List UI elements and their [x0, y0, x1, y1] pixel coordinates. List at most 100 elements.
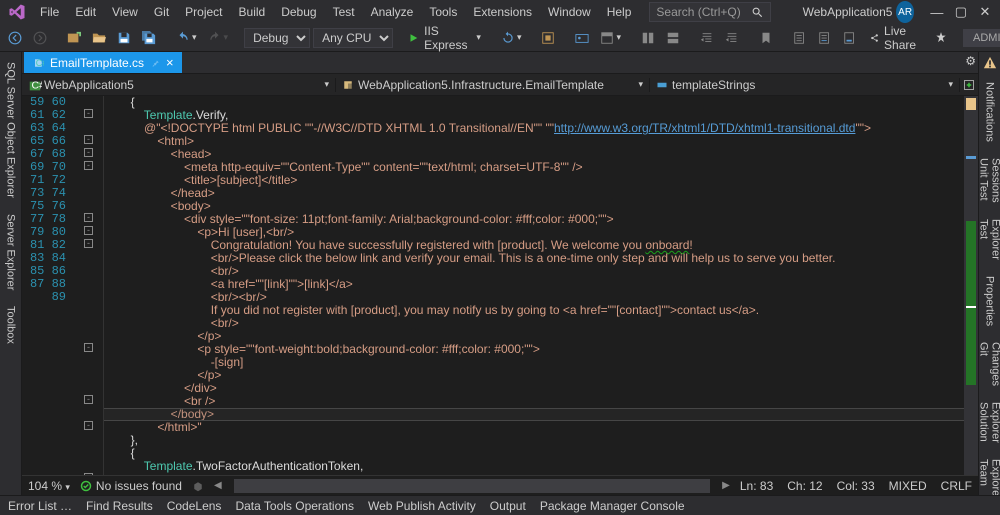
csharp-project-icon: C# [28, 79, 40, 91]
tb-indent-out[interactable] [696, 28, 718, 48]
indent-mode[interactable]: MIXED [889, 479, 927, 493]
status-package-manager-console[interactable]: Package Manager Console [540, 499, 685, 513]
search-icon [751, 6, 764, 19]
menu-help[interactable]: Help [599, 2, 640, 22]
tb-4[interactable] [637, 28, 659, 48]
admin-badge: ADMIN [963, 29, 1000, 47]
code-editor[interactable]: 59 60 61 62 63 64 65 66 67 68 69 70 71 7… [22, 96, 978, 475]
svg-text:C#: C# [32, 79, 43, 91]
new-project-button[interactable] [63, 28, 85, 48]
field-icon [656, 79, 668, 91]
left-tab-server-explorer[interactable]: Server Explorer [3, 206, 19, 298]
build-indicator-icon[interactable] [192, 480, 204, 492]
right-tab-properties[interactable]: Properties [982, 268, 998, 334]
live-share-button[interactable]: Live Share [864, 22, 927, 54]
horizontal-scrollbar[interactable] [234, 479, 711, 493]
status-web-publish-activity[interactable]: Web Publish Activity [368, 499, 476, 513]
tb-x2[interactable] [814, 28, 836, 48]
scroll-caret-marker [966, 306, 976, 308]
run-button[interactable]: IIS Express ▾ [405, 21, 485, 55]
right-tab-git-changes[interactable]: Git Changes [976, 334, 1000, 394]
status-output[interactable]: Output [490, 499, 526, 513]
tb-3[interactable]: ▾ [596, 28, 625, 48]
solution-title: WebApplication5 [803, 5, 893, 19]
right-tab-unit-test-sessions[interactable]: Unit Test Sessions [976, 150, 1000, 211]
menu-debug[interactable]: Debug [273, 2, 324, 22]
caret-col[interactable]: Col: 33 [837, 479, 875, 493]
tb-x1[interactable] [789, 28, 811, 48]
maximize-button[interactable]: ▢ [950, 4, 972, 20]
editor-bottom-bar: 104 % ▾ No issues found ◀ ▶ Ln: 83 Ch: 1… [22, 475, 978, 495]
status-bar: Error List … Find Results CodeLens Data Too… [0, 495, 1000, 515]
menu-edit[interactable]: Edit [67, 2, 104, 22]
vertical-scrollbar[interactable] [964, 96, 978, 475]
user-avatar[interactable]: AR [896, 1, 913, 23]
nav-project-dropdown[interactable]: C# WebApplication5 ▾ [22, 78, 336, 92]
tb-indent-in[interactable] [721, 28, 743, 48]
tab-title: EmailTemplate.cs [50, 56, 144, 70]
menu-view[interactable]: View [104, 2, 146, 22]
code-surface[interactable]: { Template.Verify, @"<!DOCTYPE html PUBL… [104, 96, 978, 475]
nav-back-button[interactable] [4, 28, 26, 48]
menu-tools[interactable]: Tools [421, 2, 465, 22]
undo-button[interactable]: ▾ [172, 28, 201, 48]
right-tool-strip: NotificationsUnit Test SessionsTest Expl… [978, 52, 1000, 495]
save-button[interactable] [113, 28, 135, 48]
menu-build[interactable]: Build [231, 2, 274, 22]
open-button[interactable] [88, 28, 110, 48]
issues-indicator[interactable]: No issues found [80, 479, 182, 493]
browser-refresh-button[interactable]: ▾ [497, 28, 526, 48]
menu-items: FileEditViewGitProjectBuildDebugTestAnal… [32, 2, 639, 22]
left-tab-sql-server-object-explorer[interactable]: SQL Server Object Explorer [3, 54, 19, 206]
redo-button[interactable]: ▾ [204, 28, 233, 48]
right-tab-solution-explorer[interactable]: Solution Explorer [976, 394, 1000, 451]
csharp-file-icon: C# [32, 57, 44, 69]
zoom-dropdown[interactable]: 104 % ▾ [28, 479, 70, 493]
feedback-button[interactable] [930, 28, 952, 48]
menu-analyze[interactable]: Analyze [363, 2, 422, 22]
menu-git[interactable]: Git [146, 2, 177, 22]
class-icon [342, 79, 354, 91]
menu-extensions[interactable]: Extensions [465, 2, 540, 22]
line-endings[interactable]: CRLF [941, 479, 972, 493]
margin-warning-icon[interactable] [983, 52, 997, 74]
minimize-button[interactable]: — [926, 5, 948, 20]
fold-margin[interactable]: ----------- [76, 96, 104, 475]
status-find-results[interactable]: Find Results [86, 499, 153, 513]
tb-bookmark[interactable] [755, 28, 777, 48]
close-window-button[interactable]: ✕ [974, 4, 996, 20]
tb-x3[interactable] [839, 28, 861, 48]
tb-1[interactable] [537, 28, 559, 48]
nav-forward-button[interactable] [29, 28, 51, 48]
right-tab-notifications[interactable]: Notifications [982, 74, 998, 150]
status-codelens[interactable]: CodeLens [167, 499, 222, 513]
menu-test[interactable]: Test [325, 2, 363, 22]
document-tab-bar: C# EmailTemplate.cs × ⚙ [22, 52, 978, 74]
right-tab-test-explorer[interactable]: Test Explorer [976, 211, 1000, 268]
tab-close-button[interactable]: × [166, 55, 174, 70]
save-all-button[interactable] [138, 28, 160, 48]
right-tab-team-explorer[interactable]: Team Explorer [976, 451, 1000, 495]
status-error-list-[interactable]: Error List … [8, 499, 72, 513]
nav-type-dropdown[interactable]: WebApplication5.Infrastructure.EmailTemp… [336, 78, 650, 92]
menu-file[interactable]: File [32, 2, 67, 22]
config-dropdown[interactable]: Debug [244, 28, 310, 48]
left-tab-toolbox[interactable]: Toolbox [3, 298, 19, 352]
caret-char[interactable]: Ch: 12 [787, 479, 822, 493]
global-search[interactable]: Search (Ctrl+Q) [649, 2, 770, 22]
tab-pin-icon[interactable] [150, 58, 160, 68]
nav-member-dropdown[interactable]: templateStrings ▾ [650, 78, 960, 92]
svg-text:C#: C# [36, 58, 44, 68]
menu-project[interactable]: Project [177, 2, 230, 22]
tb-2[interactable] [571, 28, 593, 48]
platform-dropdown[interactable]: Any CPU [313, 28, 393, 48]
tabbar-options-icon[interactable]: ⚙ [965, 54, 976, 68]
status-data-tools-operations[interactable]: Data Tools Operations [235, 499, 354, 513]
active-tab[interactable]: C# EmailTemplate.cs × [24, 52, 182, 73]
menu-window[interactable]: Window [540, 2, 599, 22]
main-toolbar: ▾ ▾ Debug Any CPU IIS Express ▾ ▾ ▾ Live… [0, 24, 1000, 52]
search-placeholder: Search (Ctrl+Q) [656, 5, 740, 19]
nav-split-button[interactable] [960, 79, 978, 91]
tb-5[interactable] [662, 28, 684, 48]
caret-line[interactable]: Ln: 83 [740, 479, 773, 493]
